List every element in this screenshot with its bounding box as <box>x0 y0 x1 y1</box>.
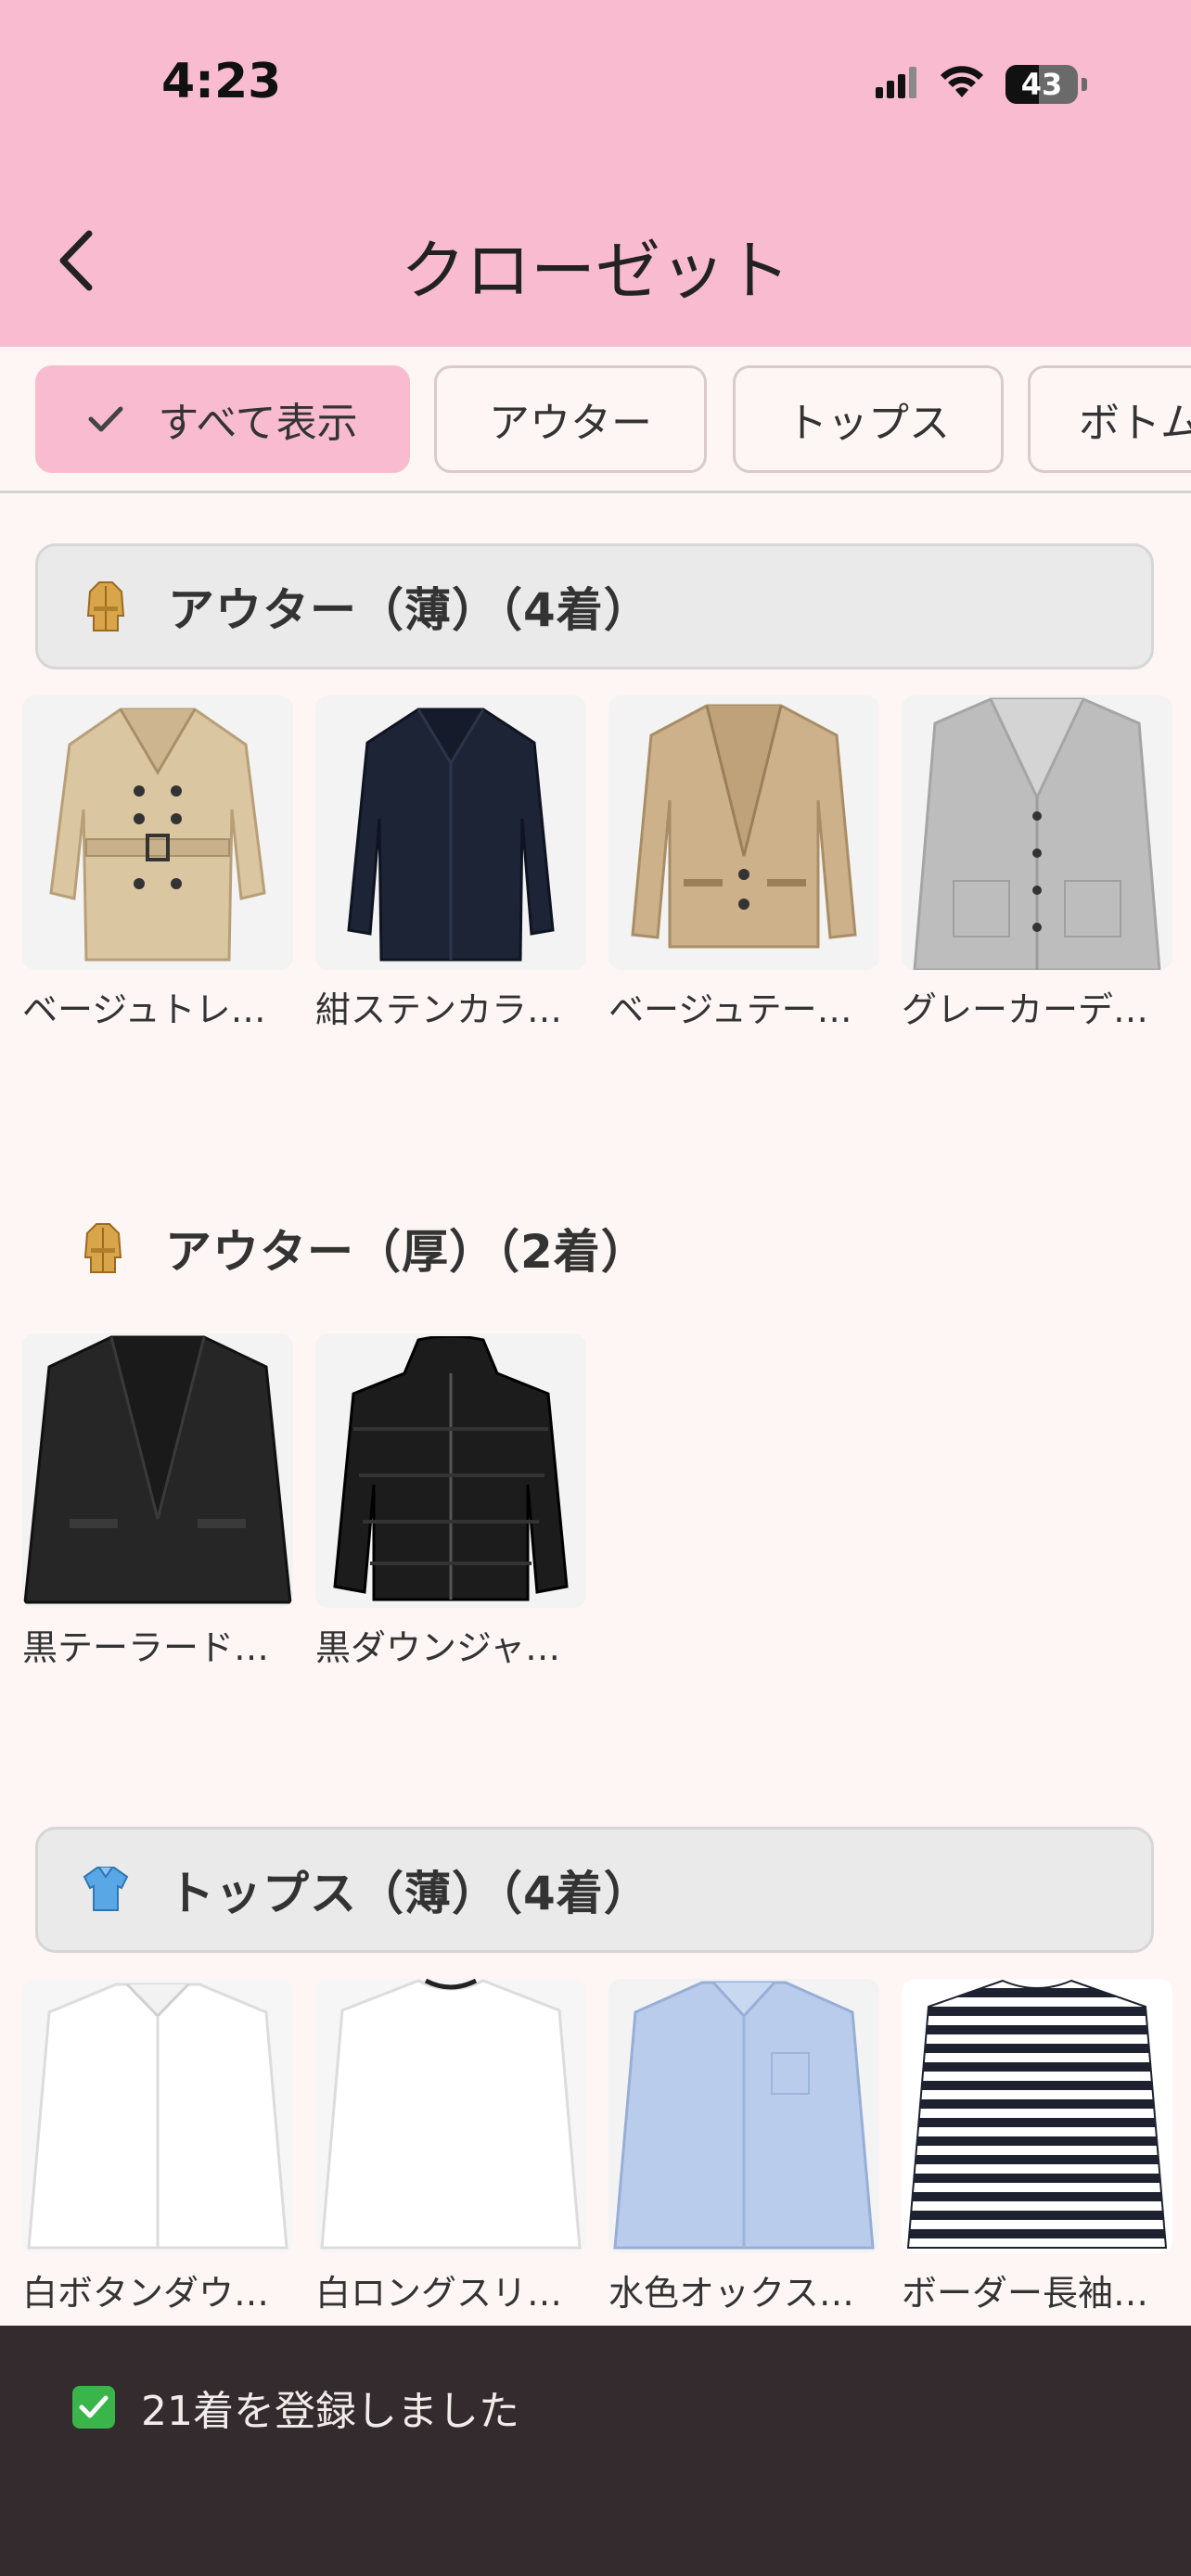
wifi-icon <box>939 66 985 103</box>
section-title: アウター（薄）（4着） <box>168 583 651 637</box>
status-icons: 43 <box>876 65 1087 104</box>
filter-chip-outer[interactable]: アウター <box>434 365 707 473</box>
trench-coat-icon <box>80 1220 126 1276</box>
status-time: 4:23 <box>161 54 282 109</box>
clothing-image-striped-long-sleeve <box>902 1979 1172 2253</box>
section-header-outer-light[interactable]: アウター（薄）（4着） <box>35 543 1154 670</box>
cellular-signal-icon <box>876 67 918 102</box>
clothing-name: ボーダー長袖… <box>902 2273 1149 2314</box>
section-title: アウター（厚）（2着） <box>165 1225 648 1279</box>
clothing-image-black-down-jacket <box>315 1333 586 1608</box>
clothing-name: グレーカーデ… <box>902 989 1149 1030</box>
clothing-image-beige-trench-coat <box>22 695 293 970</box>
section-header-outer-heavy[interactable]: アウター（厚）（2着） <box>35 1185 1154 1311</box>
section-title: トップス（薄）（4着） <box>168 1867 651 1920</box>
trench-coat-icon <box>83 579 129 634</box>
clothing-image-white-long-sleeve-tee <box>315 1979 586 2253</box>
app-header: 4:23 43 クローゼット <box>0 0 1191 347</box>
checkmark-icon <box>87 405 124 433</box>
clothing-name: ベージュトレ… <box>22 989 266 1030</box>
filter-chip-label: すべて表示 <box>158 400 358 447</box>
section-header-tops-light[interactable]: トップス（薄）（4着） <box>35 1827 1154 1953</box>
clothing-image-black-tailored-jacket <box>22 1333 293 1608</box>
clothing-item-striped[interactable]: ボーダー長袖… <box>902 1979 1172 2315</box>
shirt-icon <box>83 1862 129 1918</box>
filter-chip-all[interactable]: すべて表示 <box>35 365 410 473</box>
clothing-item-white-buttondown[interactable]: 白ボタンダウ… <box>22 1979 293 2315</box>
filter-chip-bar[interactable]: すべて表示 アウター トップス ボトムス <box>0 347 1191 493</box>
clothing-image-beige-tailored-jacket <box>608 695 879 970</box>
clothing-item-gray-cardigan[interactable]: グレーカーデ… <box>902 695 1172 1032</box>
clothing-image-white-button-down-shirt <box>22 1979 293 2253</box>
clothing-image-gray-cardigan <box>902 695 1172 970</box>
clothing-image-navy-balmacaan-coat <box>315 695 586 970</box>
battery-tip <box>1082 78 1087 91</box>
snackbar-content: 21着を登録しました <box>72 2378 519 2437</box>
filter-chip-label: トップス <box>787 400 950 447</box>
clothing-image-light-blue-oxford-shirt <box>608 1979 879 2253</box>
battery-level: 43 <box>1020 67 1063 102</box>
clothing-name: 白ロングスリ… <box>315 2273 563 2314</box>
clothing-item-navy-coat[interactable]: 紺ステンカラ… <box>315 695 586 1032</box>
clothing-name: 水色オックス… <box>608 2273 854 2314</box>
clothing-item-beige-jacket[interactable]: ベージュテー… <box>608 695 879 1032</box>
filter-chip-tops[interactable]: トップス <box>733 365 1004 473</box>
filter-chip-bottoms[interactable]: ボトムス <box>1028 365 1191 473</box>
clothing-item-black-down[interactable]: 黒ダウンジャ… <box>315 1333 586 1670</box>
filter-chip-label: ボトムス <box>1079 400 1191 447</box>
snackbar-message: 21着を登録しました <box>141 2388 519 2435</box>
check-mark-icon <box>72 2386 115 2429</box>
filter-chip-label: アウター <box>489 400 652 447</box>
clothing-item-white-longsleeve[interactable]: 白ロングスリ… <box>315 1979 586 2315</box>
clothing-item-blue-oxford[interactable]: 水色オックス… <box>608 1979 879 2315</box>
battery-icon: 43 <box>1005 65 1078 104</box>
clothing-name: 白ボタンダウ… <box>22 2273 270 2314</box>
clothing-name: 黒テーラード… <box>22 1627 270 1668</box>
snackbar: 21着を登録しました <box>0 2326 1191 2576</box>
clothing-name: ベージュテー… <box>608 989 852 1030</box>
closet-screen: 4:23 43 クローゼット すべて表示 アウター トップス ボト アウター（薄… <box>0 0 1191 2576</box>
clothing-name: 紺ステンカラ… <box>315 989 563 1030</box>
clothing-item-beige-trench[interactable]: ベージュトレ… <box>22 695 293 1032</box>
clothing-item-black-jacket[interactable]: 黒テーラード… <box>22 1333 293 1670</box>
clothing-name: 黒ダウンジャ… <box>315 1627 561 1668</box>
page-title: クローゼット <box>401 233 790 309</box>
